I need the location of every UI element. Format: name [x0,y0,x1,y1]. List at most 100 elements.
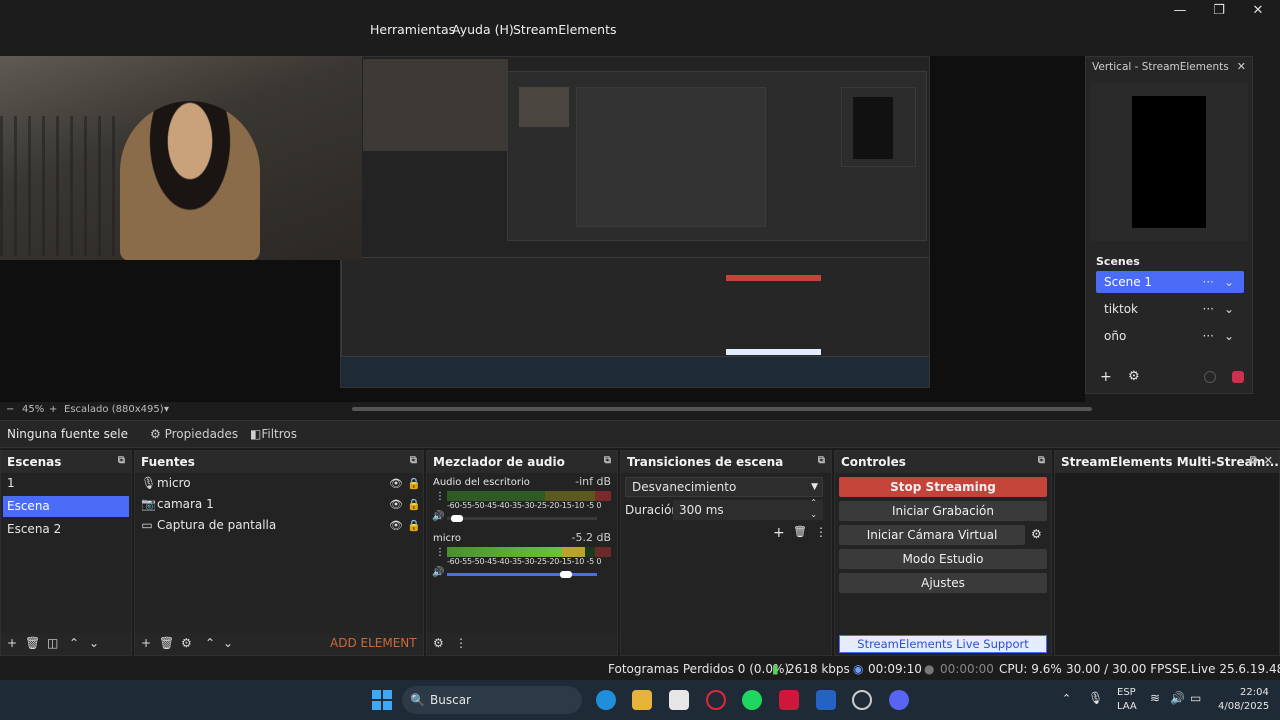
settings-button[interactable]: Ajustes [839,573,1047,593]
lock-icon[interactable]: 🔒 [407,473,421,494]
source-item[interactable]: 🎙micro 👁 🔒 [137,473,421,494]
spotify-icon[interactable] [742,690,762,710]
chevron-up-icon[interactable]: ⌃ [69,636,79,650]
eye-icon[interactable]: 👁 [389,494,403,515]
chevron-down-icon[interactable]: ⌄ [89,636,99,650]
start-virtual-camera-button[interactable]: Iniciar Cámara Virtual [839,525,1025,545]
source-item[interactable]: 📷camara 1 👁 🔒 [137,494,421,515]
menu-streamelements[interactable]: StreamElements [513,22,617,37]
chevron-up-icon[interactable]: ⌃ [1062,692,1071,705]
studio-mode-button[interactable]: Modo Estudio [839,549,1047,569]
kebab-icon[interactable]: ⋮ [455,636,467,650]
vertical-scene-item[interactable]: tiktok ··· ⌄ [1096,298,1244,320]
volume-slider[interactable] [447,515,597,522]
opera-icon[interactable] [706,690,726,710]
chevron-down-icon[interactable]: ⌄ [223,636,233,650]
file-explorer-icon[interactable] [632,690,652,710]
filters-button[interactable]: ◧Filtros [250,427,297,441]
windows-start-icon[interactable] [372,690,392,710]
scene-item[interactable]: Escena 2 [3,519,129,540]
speaker-icon[interactable]: 🔊 [432,567,444,578]
close-icon[interactable]: ✕ [1237,60,1246,73]
lock-icon[interactable]: 🔒 [407,494,421,515]
slider-handle[interactable] [451,515,464,522]
discord-icon[interactable] [889,690,909,710]
horizontal-scrollbar[interactable] [352,407,1092,411]
vertical-preview[interactable] [1090,83,1248,241]
stepper-icon[interactable]: ⌃ ⌄ [810,497,817,521]
chevron-down-icon[interactable]: ▾ [164,404,169,415]
gear-icon[interactable]: ⚙ [1128,369,1140,384]
duration-input[interactable]: 300 ms ⌃ ⌄ [673,497,823,521]
edge-icon[interactable] [596,690,616,710]
lock-icon[interactable]: 🔒 [407,515,421,536]
scene-item[interactable]: 1 [3,473,129,494]
eye-icon[interactable]: 👁 [389,515,403,536]
trash-icon[interactable]: 🗑 [159,636,174,650]
add-icon[interactable]: + [773,525,785,541]
filter-icon[interactable]: ◫ [47,636,58,650]
language-layout[interactable]: LAA [1117,701,1137,712]
language-code[interactable]: ESP [1117,687,1136,698]
restore-button[interactable]: ❐ [1206,2,1232,20]
gear-icon[interactable]: ⚙ [181,636,192,650]
stream-indicator-icon[interactable] [1232,371,1244,383]
chevron-down-icon[interactable]: ⌄ [1224,325,1234,347]
close-button[interactable]: ✕ [1245,2,1271,20]
add-icon[interactable]: + [1100,369,1112,385]
add-icon[interactable]: + [141,636,151,650]
program-preview[interactable] [0,56,1085,402]
chevron-up-icon[interactable]: ⌃ [205,636,215,650]
transition-select[interactable]: Desvanecimiento ▼ [625,477,823,497]
add-element-button[interactable]: ADD ELEMENT [330,636,417,650]
record-disabled-icon[interactable] [1204,371,1216,383]
trash-icon[interactable]: 🗑 [25,636,40,650]
start-recording-button[interactable]: Iniciar Grabación [839,501,1047,521]
obs-icon[interactable] [852,690,872,710]
close-icon[interactable]: ✕ [1264,454,1273,467]
vertical-scene-item[interactable]: Scene 1 ··· ⌄ [1096,271,1244,293]
live-support-button[interactable]: StreamElements Live Support [839,635,1047,653]
stop-streaming-button[interactable]: Stop Streaming [839,477,1047,497]
acrobat-icon[interactable] [779,690,799,710]
eye-icon[interactable]: 👁 [389,473,403,494]
zoom-out-icon[interactable]: − [6,404,14,415]
more-icon[interactable]: ··· [1203,325,1214,347]
microphone-icon[interactable]: 🎙 [1088,691,1103,705]
speaker-icon[interactable]: 🔊 [1170,691,1185,705]
zoom-in-icon[interactable]: + [49,404,57,415]
vertical-scene-item[interactable]: oño ··· ⌄ [1096,325,1244,347]
float-icon[interactable]: ⧉ [410,455,417,466]
float-icon[interactable]: ⧉ [1250,455,1257,466]
gear-icon[interactable]: ⚙ [433,636,444,650]
gear-icon[interactable]: ⚙ [1031,527,1042,541]
kebab-icon[interactable]: ⋮ [435,547,445,558]
clock-time[interactable]: 22:04 [1240,687,1269,698]
source-item[interactable]: ▭ Captura de pantalla 👁 🔒 [137,515,421,536]
add-icon[interactable]: + [7,636,17,650]
float-icon[interactable]: ⧉ [818,455,825,466]
slider-handle[interactable] [560,571,573,578]
store-icon[interactable] [669,690,689,710]
speaker-icon[interactable]: 🔊 [432,511,444,522]
more-icon[interactable]: ··· [1203,298,1214,320]
battery-icon[interactable]: ▭ [1190,691,1201,705]
float-icon[interactable]: ⧉ [604,455,611,466]
minimize-button[interactable]: — [1167,2,1193,20]
clock-date[interactable]: 4/08/2025 [1218,701,1269,712]
kebab-icon[interactable]: ⋮ [435,491,445,502]
volume-slider[interactable] [447,571,597,578]
more-icon[interactable]: ··· [1203,271,1214,293]
kebab-icon[interactable]: ⋮ [815,525,827,539]
properties-button[interactable]: ⚙ Propiedades [150,427,238,441]
float-icon[interactable]: ⧉ [1038,455,1045,466]
chevron-down-icon[interactable]: ⌄ [1224,271,1234,293]
app-icon[interactable] [816,690,836,710]
chevron-down-icon[interactable]: ⌄ [1224,298,1234,320]
float-icon[interactable]: ⧉ [118,455,125,466]
wifi-icon[interactable]: ≋ [1150,691,1160,705]
menu-help[interactable]: Ayuda (H) [452,22,514,37]
taskbar-search[interactable]: 🔍 Buscar [402,686,582,714]
trash-icon[interactable]: 🗑 [793,525,807,538]
menu-tools[interactable]: Herramientas [370,22,455,37]
